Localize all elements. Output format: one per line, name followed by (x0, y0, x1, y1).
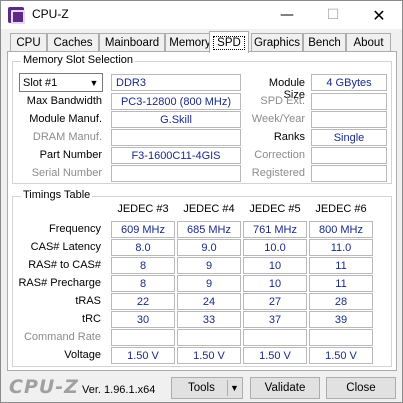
timing-cell: 9 (177, 275, 241, 292)
timing-cell: 9 (177, 257, 241, 274)
timing-cell: 10.0 (243, 239, 307, 256)
timing-cell: 37 (243, 311, 307, 328)
week-year-label: Week/Year (251, 113, 305, 125)
timing-cell (111, 329, 175, 346)
chevron-down-icon[interactable]: ▼ (230, 379, 239, 397)
timing-cell: 1.50 V (111, 347, 175, 364)
timing-cell: 24 (177, 293, 241, 310)
timing-cell: 8 (111, 257, 175, 274)
tab-graphics[interactable]: Graphics (251, 33, 303, 52)
timing-cell: 28 (309, 293, 373, 310)
timing-cell: 33 (177, 311, 241, 328)
ranks-label: Ranks (273, 131, 305, 143)
timing-cell (309, 329, 373, 346)
timing-row-label: Voltage (64, 349, 101, 361)
tab-bench[interactable]: Bench (303, 33, 346, 52)
timing-cell: 27 (243, 293, 307, 310)
spd-ext-field (311, 93, 387, 110)
window-title: CPU-Z (32, 7, 69, 21)
timing-cell: 9.0 (177, 239, 241, 256)
timing-cell: 11 (309, 257, 373, 274)
module-manuf-label: Module Manuf. (29, 113, 102, 125)
dram-manuf-field (111, 129, 241, 146)
serial-number-field (111, 165, 241, 182)
timing-cell: 685 MHz (177, 221, 241, 238)
part-number-field: F3-1600C11-4GIS (111, 147, 241, 164)
tools-button-label: Tools (188, 382, 215, 394)
cpuz-logo: CPU-Z (9, 376, 79, 398)
correction-field (311, 147, 387, 164)
tab-mainboard[interactable]: Mainboard (99, 33, 165, 52)
timing-cell: 1.50 V (177, 347, 241, 364)
column-header: JEDEC #5 (249, 203, 301, 215)
chevron-down-icon: ▼ (89, 77, 99, 88)
maximize-button[interactable]: ☐ (310, 1, 356, 29)
serial-number-label: Serial Number (31, 167, 102, 179)
slot-select-value: Slot #1 (23, 76, 58, 89)
timing-cell: 11.0 (309, 239, 373, 256)
timing-cell: 8.0 (111, 239, 175, 256)
max-bandwidth-field: PC3-12800 (800 MHz) (111, 93, 241, 110)
timing-cell: 761 MHz (243, 221, 307, 238)
timing-cell: 11 (309, 275, 373, 292)
part-number-label: Part Number (39, 149, 102, 161)
timing-row-label: Frequency (49, 223, 101, 235)
timing-cell: 10 (243, 257, 307, 274)
timing-row-label: RAS# to CAS# (28, 259, 101, 271)
module-size-field: 4 GBytes (311, 74, 387, 91)
correction-label: Correction (254, 149, 305, 161)
column-header: JEDEC #6 (315, 203, 367, 215)
version-text: Ver. 1.96.1.x64 (82, 384, 156, 396)
tab-cpu[interactable]: CPU (10, 33, 47, 52)
module-manuf-field: G.Skill (111, 111, 241, 128)
tab-caches[interactable]: Caches (47, 33, 99, 52)
timing-row-label: tRC (82, 313, 101, 325)
memory-slot-group-title: Memory Slot Selection (21, 54, 136, 66)
timing-cell: 609 MHz (111, 221, 175, 238)
cpuz-app-icon (8, 7, 25, 24)
column-header: JEDEC #4 (183, 203, 235, 215)
timing-row-label: RAS# Precharge (18, 277, 101, 289)
close-button[interactable]: Close (326, 377, 396, 399)
tools-button[interactable]: Tools ▼ (171, 377, 243, 399)
slot-select[interactable]: Slot #1 ▼ (19, 73, 103, 92)
validate-button[interactable]: Validate (250, 377, 320, 399)
spd-panel: Memory Slot Selection Slot #1 ▼ DDR3 Mod… (7, 51, 397, 371)
timing-cell: 1.50 V (309, 347, 373, 364)
timing-row-label: CAS# Latency (30, 241, 101, 253)
close-window-button[interactable]: ✕ (356, 1, 402, 29)
timing-cell: 8 (111, 275, 175, 292)
tab-memory[interactable]: Memory (165, 33, 215, 52)
minimize-button[interactable]: — (264, 1, 310, 29)
registered-field (311, 165, 387, 182)
title-bar: CPU-Z — ☐ ✕ (1, 1, 402, 29)
timing-cell: 1.50 V (243, 347, 307, 364)
registered-label: Registered (251, 167, 305, 179)
week-year-field (311, 111, 387, 128)
timing-cell (243, 329, 307, 346)
column-header: JEDEC #3 (117, 203, 169, 215)
tab-strip: CPU Caches Mainboard Memory SPD Graphics… (7, 31, 397, 53)
timings-group-title: Timings Table (21, 189, 93, 201)
ranks-field: Single (311, 129, 387, 146)
timing-cell: 39 (309, 311, 373, 328)
spd-ext-label: SPD Ext. (260, 95, 305, 107)
max-bandwidth-label: Max Bandwidth (26, 95, 102, 107)
timing-cell: 800 MHz (309, 221, 373, 238)
timing-cell: 10 (243, 275, 307, 292)
timings-group: Timings Table JEDEC #3 JEDEC #4 JEDEC #5… (12, 189, 392, 367)
tools-separator (227, 380, 228, 396)
timing-row-label: Command Rate (23, 331, 101, 343)
timing-cell: 30 (111, 311, 175, 328)
timing-cell (177, 329, 241, 346)
dram-manuf-label: DRAM Manuf. (32, 131, 102, 143)
memory-type-field: DDR3 (111, 74, 241, 91)
timing-cell: 22 (111, 293, 175, 310)
cpuz-window: CPU-Z — ☐ ✕ CPU Caches Mainboard Memory … (0, 0, 403, 403)
timing-row-label: tRAS (75, 295, 101, 307)
tab-about[interactable]: About (346, 33, 391, 52)
tab-spd[interactable]: SPD (209, 31, 249, 53)
memory-slot-group: Memory Slot Selection Slot #1 ▼ DDR3 Mod… (12, 54, 392, 184)
